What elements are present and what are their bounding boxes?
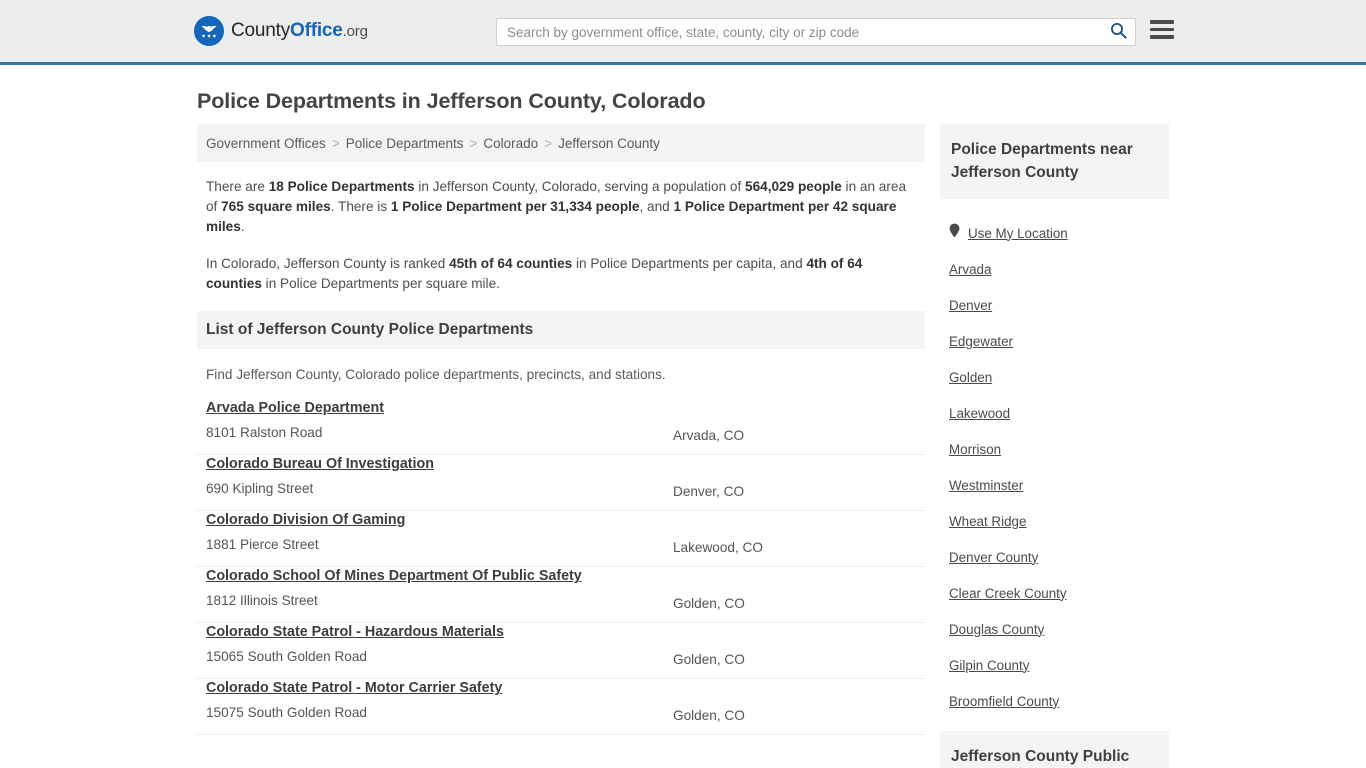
breadcrumb-item-police-departments[interactable]: Police Departments — [346, 136, 464, 151]
hamburger-menu-icon[interactable] — [1150, 20, 1174, 39]
sidebar-item-broomfield-county[interactable]: Broomfield County — [949, 683, 1160, 719]
breadcrumb-separator: > — [544, 135, 553, 151]
breadcrumb-item-jefferson-county[interactable]: Jefferson County — [558, 136, 660, 151]
intro-paragraph-2: In Colorado, Jefferson County is ranked … — [206, 256, 863, 291]
sidebar-item-morrison[interactable]: Morrison — [949, 431, 1160, 467]
listing-name-link[interactable]: Colorado Bureau Of Investigation — [206, 456, 434, 472]
list-section-header: List of Jefferson County Police Departme… — [197, 311, 925, 349]
listing-address: 1881 Pierce Street — [206, 537, 319, 552]
listing-city: Golden, CO — [673, 708, 745, 723]
logo-text-org: .org — [342, 23, 368, 40]
main-content-column: Government Offices > Police Departments … — [197, 124, 925, 735]
list-section-heading: List of Jefferson County Police Departme… — [206, 321, 534, 338]
sidebar-link-label[interactable]: Arvada — [949, 262, 991, 277]
sidebar-item-denver[interactable]: Denver — [949, 287, 1160, 323]
table-row: Arvada Police Department 8101 Ralston Ro… — [197, 399, 925, 455]
search-bar — [496, 18, 1136, 46]
sidebar-link-label[interactable]: Wheat Ridge — [949, 514, 1026, 529]
hamburger-bar — [1150, 20, 1174, 24]
sidebar-link-label[interactable]: Clear Creek County — [949, 586, 1067, 601]
breadcrumb-item-government-offices[interactable]: Government Offices — [206, 136, 326, 151]
sidebar-link-label[interactable]: Denver — [949, 298, 992, 313]
listing-name-link[interactable]: Arvada Police Department — [206, 400, 384, 416]
listing-name-link[interactable]: Colorado State Patrol - Hazardous Materi… — [206, 624, 504, 640]
listing-name-link[interactable]: Colorado School Of Mines Department Of P… — [206, 568, 582, 584]
site-logo[interactable]: CountyOffice.org — [194, 16, 368, 46]
hamburger-bar — [1150, 35, 1174, 39]
table-row: Colorado Division Of Gaming 1881 Pierce … — [197, 511, 925, 567]
sidebar-item-westminster[interactable]: Westminster — [949, 467, 1160, 503]
listing-name-link[interactable]: Colorado Division Of Gaming — [206, 512, 405, 528]
table-row: Colorado Bureau Of Investigation 690 Kip… — [197, 455, 925, 511]
logo-text-office: Office — [290, 20, 343, 41]
hamburger-bar — [1150, 27, 1174, 31]
sidebar-item-wheat-ridge[interactable]: Wheat Ridge — [949, 503, 1160, 539]
listing-city: Denver, CO — [673, 484, 745, 499]
table-row: Colorado State Patrol - Motor Carrier Sa… — [197, 679, 925, 735]
sidebar-nearby-links: Use My Location Arvada Denver Edgewater … — [940, 215, 1169, 719]
eagle-shield-icon — [194, 16, 224, 46]
listing-address: 1812 Illinois Street — [206, 593, 318, 608]
sidebar-item-clear-creek-county[interactable]: Clear Creek County — [949, 575, 1160, 611]
sidebar-link-label[interactable]: Denver County — [949, 550, 1038, 565]
sidebar-link-label[interactable]: Douglas County — [949, 622, 1044, 637]
sidebar-item-edgewater[interactable]: Edgewater — [949, 323, 1160, 359]
breadcrumb-item-colorado[interactable]: Colorado — [483, 136, 538, 151]
sidebar-link-label[interactable]: Morrison — [949, 442, 1001, 457]
sidebar-item-lakewood[interactable]: Lakewood — [949, 395, 1160, 431]
sidebar-use-my-location-label[interactable]: Use My Location — [968, 226, 1068, 241]
listing-address: 15075 South Golden Road — [206, 705, 367, 720]
police-department-list: Arvada Police Department 8101 Ralston Ro… — [197, 399, 925, 735]
sidebar-item-gilpin-county[interactable]: Gilpin County — [949, 647, 1160, 683]
listing-name-link[interactable]: Colorado State Patrol - Motor Carrier Sa… — [206, 680, 502, 696]
map-pin-icon — [949, 223, 960, 243]
listing-city: Arvada, CO — [673, 428, 745, 443]
table-row: Colorado School Of Mines Department Of P… — [197, 567, 925, 623]
sidebar-nearby-header: Police Departments near Jefferson County — [940, 124, 1169, 199]
intro-statistics: There are 18 Police Departments in Jeffe… — [197, 177, 925, 294]
sidebar-item-arvada[interactable]: Arvada — [949, 251, 1160, 287]
logo-text-county: County — [231, 20, 291, 41]
search-icon — [1110, 22, 1127, 42]
listing-address: 8101 Ralston Road — [206, 425, 323, 440]
listing-address: 15065 South Golden Road — [206, 649, 367, 664]
breadcrumb: Government Offices > Police Departments … — [197, 124, 925, 162]
site-header: CountyOffice.org — [0, 0, 1366, 65]
search-input[interactable] — [497, 19, 1101, 45]
sidebar: Police Departments near Jefferson County… — [940, 124, 1169, 768]
sidebar-nearby-heading: Police Departments near Jefferson County — [951, 141, 1133, 181]
sidebar-link-label[interactable]: Westminster — [949, 478, 1023, 493]
listing-city: Lakewood, CO — [673, 540, 763, 555]
search-button[interactable] — [1101, 19, 1135, 45]
intro-paragraph-1: There are 18 Police Departments in Jeffe… — [206, 179, 907, 234]
listing-city: Golden, CO — [673, 596, 745, 611]
sidebar-public-records-heading: Jefferson County Public Records — [951, 748, 1130, 765]
breadcrumb-separator: > — [331, 135, 340, 151]
breadcrumb-separator: > — [469, 135, 478, 151]
page-title: Police Departments in Jefferson County, … — [197, 89, 706, 113]
sidebar-item-douglas-county[interactable]: Douglas County — [949, 611, 1160, 647]
sidebar-link-label[interactable]: Golden — [949, 370, 992, 385]
listing-city: Golden, CO — [673, 652, 745, 667]
sidebar-public-records-header: Jefferson County Public Records — [940, 731, 1169, 768]
sidebar-link-label[interactable]: Gilpin County — [949, 658, 1029, 673]
sidebar-item-denver-county[interactable]: Denver County — [949, 539, 1160, 575]
list-section-subtitle: Find Jefferson County, Colorado police d… — [206, 367, 666, 382]
sidebar-link-label[interactable]: Lakewood — [949, 406, 1010, 421]
sidebar-item-golden[interactable]: Golden — [949, 359, 1160, 395]
site-logo-text: CountyOffice.org — [231, 20, 368, 42]
table-row: Colorado State Patrol - Hazardous Materi… — [197, 623, 925, 679]
listing-address: 690 Kipling Street — [206, 481, 314, 496]
sidebar-link-label[interactable]: Edgewater — [949, 334, 1013, 349]
sidebar-link-label[interactable]: Broomfield County — [949, 694, 1059, 709]
sidebar-item-use-my-location[interactable]: Use My Location — [949, 215, 1160, 251]
